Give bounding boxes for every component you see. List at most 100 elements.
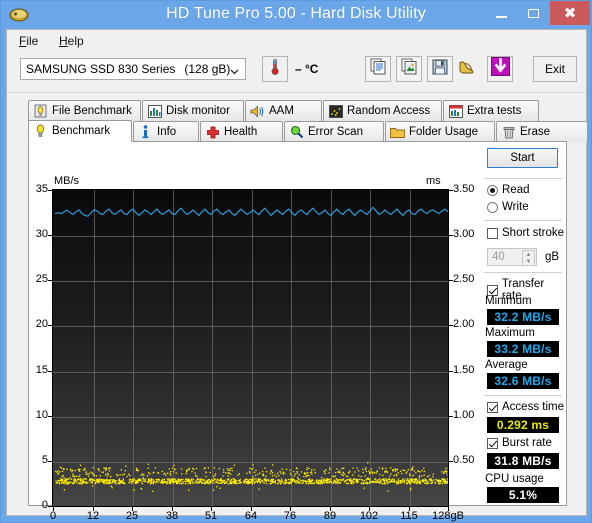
y-tick-mark [48,325,52,326]
bulb-icon [32,124,49,138]
burst-rate-checkbox-icon [487,437,498,449]
short-stroke-label: Short stroke [502,227,564,239]
close-button[interactable]: ✖ [550,1,590,25]
benchmark-chart: MB/s ms 35 30 25 20 15 10 5 0 3.50 3.00 2.50 2.00 1… [29,142,479,522]
y-tick-mark [48,416,52,417]
benchmark-panel: MB/s ms 35 30 25 20 15 10 5 0 3.50 3.00 2.50 2.00 1… [28,141,567,522]
short-stroke-stepper[interactable]: 40 ▲ ▼ [487,248,537,266]
y-right-tick-mark [449,235,453,236]
x-tick-mark [330,507,331,511]
title-bar: HD Tune Pro 5.00 - Hard Disk Utility ✖ [1,1,591,29]
x-tick-label: 51 [204,510,218,522]
x-tick-label: 64 [244,510,258,522]
tab-erase[interactable]: Erase [496,121,588,142]
x-tick-label: 102 [359,510,379,522]
download-button[interactable] [487,56,513,82]
save-icon [432,59,448,80]
close-icon: ✖ [563,3,577,22]
tab-folder-usage[interactable]: Folder Usage [385,121,495,142]
tab-aam[interactable]: AAM [245,100,322,121]
x-tick-label: 76 [283,510,297,522]
access-time-value: 0.292 ms [487,417,559,433]
checkbox-access-time[interactable]: Access time [487,401,564,413]
download-icon [490,57,510,81]
drive-capacity: (128 gB) [184,62,231,76]
y-right-tick-mark [449,371,453,372]
save-button[interactable] [427,56,453,82]
tab-label: Health [224,126,258,138]
maximize-button[interactable] [518,1,548,25]
copy-text-button[interactable] [365,56,391,82]
tab-info[interactable]: Info [133,121,199,142]
temperature-value: – °C [295,62,319,76]
minimum-label: Minimum [485,295,532,307]
y-tick-mark [48,190,52,191]
tab-extra-tests[interactable]: Extra tests [443,100,539,121]
minimize-icon [495,15,507,18]
stepper-down-icon[interactable]: ▼ [523,258,534,265]
x-tick-label: 38 [165,510,179,522]
radio-write-icon [487,201,498,213]
exit-button[interactable]: Exit [533,56,577,82]
boots-button[interactable] [454,56,480,82]
client-area: File Help SAMSUNG SSD 830 Series (128 gB… [6,29,588,522]
y-tick-label: 30 [35,228,48,240]
radio-write[interactable]: Write [487,201,529,213]
radio-write-label: Write [502,201,529,213]
transfer-rate-line [54,206,448,217]
menu-item-file[interactable]: File [15,33,42,49]
access-time-scatter [55,462,448,492]
tab-benchmark[interactable]: Benchmark [28,120,132,142]
tab-label: AAM [269,105,294,117]
chevron-down-icon [230,65,239,75]
y-right-tick-mark [449,461,453,462]
checkbox-burst-rate[interactable]: Burst rate [487,437,552,449]
minimize-button[interactable] [486,1,516,25]
chart-series [54,206,448,492]
burst-rate-value: 31.8 MB/s [487,453,559,469]
controls-panel: Start Read Write Short stroke 40 ▲ ▼ gB … [479,144,566,504]
stepper-buttons[interactable]: ▲ ▼ [522,250,535,266]
menu-bar: File Help [7,30,586,52]
tab-error-scan[interactable]: Error Scan [284,121,384,142]
average-label: Average [485,359,528,371]
app-window: HD Tune Pro 5.00 - Hard Disk Utility ✖ F… [0,0,592,523]
tab-health[interactable]: Health [200,121,283,142]
tab-row-bottom: Benchmark Info Health Error Scan Folder … [28,120,588,142]
radio-read[interactable]: Read [487,184,530,196]
copy-image-button[interactable] [396,56,422,82]
tab-row-top: File Benchmark Disk monitor AAM Random A… [28,100,588,121]
start-button[interactable]: Start [487,148,558,168]
y-right-tick-mark [449,190,453,191]
extra-tests-icon [447,104,464,118]
y-tick-label: 25 [35,273,48,285]
tab-random-access[interactable]: Random Access [323,100,442,121]
tab-label: Extra tests [467,105,522,117]
tab-file-benchmark[interactable]: File Benchmark [28,100,141,121]
tab-label: File Benchmark [52,105,132,117]
boots-icon [458,59,476,80]
y-tick-mark [48,371,52,372]
toolbar: SAMSUNG SSD 830 Series (128 gB) – °C Exi… [7,52,586,93]
x-tick-mark [53,507,54,511]
maximum-value: 33.2 MB/s [487,341,559,357]
disk-monitor-icon [146,104,163,118]
tab-label: Disk monitor [166,105,230,117]
exit-label: Exit [544,62,565,76]
x-tick-mark [251,507,252,511]
health-cross-icon [204,126,221,139]
tab-label: Random Access [347,105,431,117]
burst-rate-label: Burst rate [502,437,552,449]
y-tick-label: 35 [35,183,48,195]
drive-select[interactable]: SAMSUNG SSD 830 Series (128 gB) [20,58,246,80]
x-tick-label: 115 [400,510,418,522]
menu-item-help[interactable]: Help [55,33,88,49]
tab-label: Benchmark [52,125,111,137]
stepper-up-icon[interactable]: ▲ [523,251,534,258]
checkbox-short-stroke[interactable]: Short stroke [487,227,564,239]
minimum-value: 32.2 MB/s [487,309,559,325]
tab-disk-monitor[interactable]: Disk monitor [142,100,244,121]
temperature-button[interactable] [262,56,288,82]
x-tick-label: 25 [125,510,139,522]
maximum-label: Maximum [485,327,535,339]
